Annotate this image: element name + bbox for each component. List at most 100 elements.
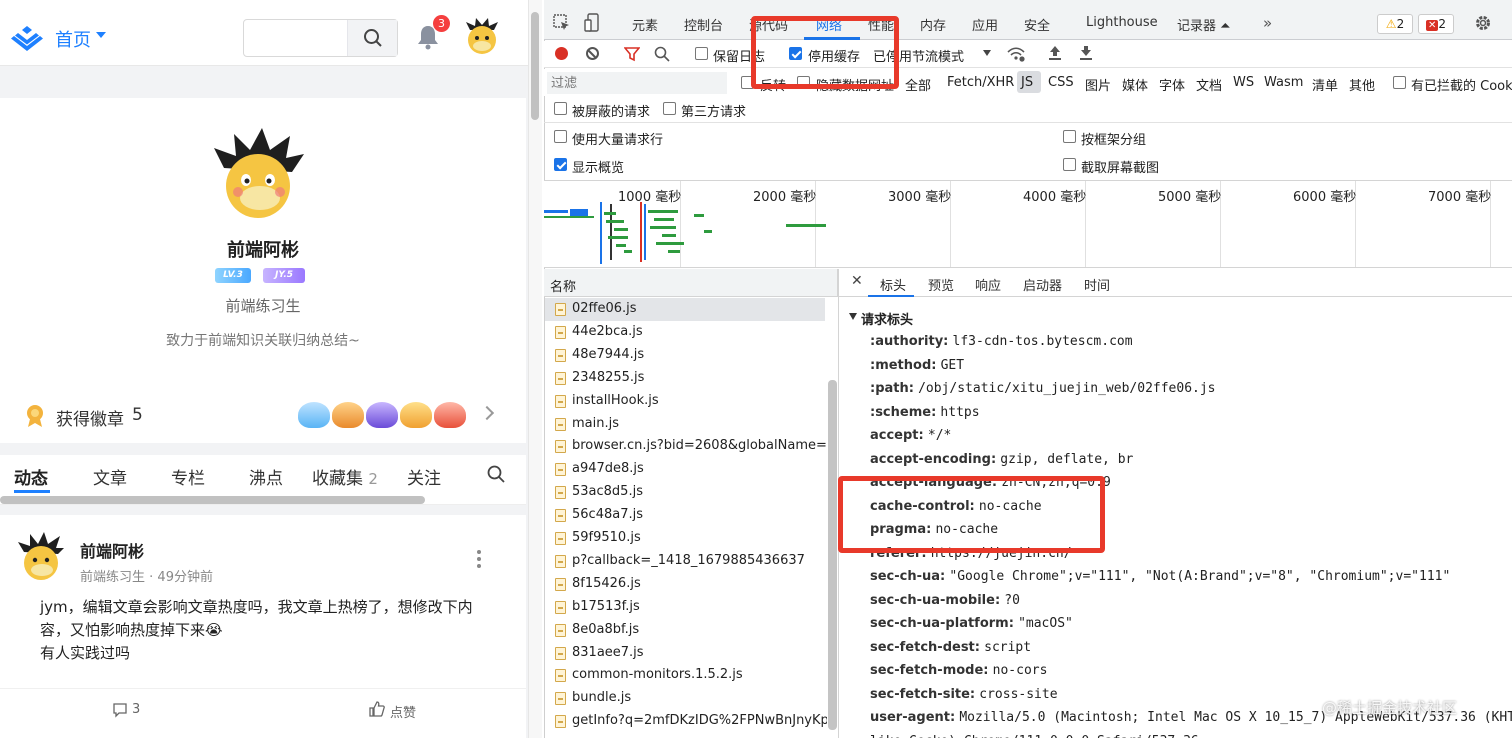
filter-type-all[interactable]: 全部: [905, 75, 931, 94]
request-row[interactable]: bundle.js: [545, 687, 825, 710]
medal-badge-icon[interactable]: [366, 402, 398, 428]
filter-icon[interactable]: [624, 46, 640, 62]
request-row[interactable]: getInfo?q=2mfDKzIDG%2FPNwBnJnyKpD: [545, 710, 827, 733]
request-row[interactable]: browser.cn.js?bid=2608&globalName=Slar..…: [545, 435, 827, 458]
details-tab-response[interactable]: 响应: [975, 275, 1001, 294]
medals-label[interactable]: 获得徽章: [56, 405, 124, 430]
filter-type-other[interactable]: 其他: [1349, 75, 1375, 94]
devtools-tab-application[interactable]: 应用: [972, 15, 998, 34]
more-tabs-chevron-icon[interactable]: »: [1263, 14, 1272, 32]
request-row[interactable]: 02ffe06.js: [545, 298, 825, 321]
errors-badge[interactable]: ✕ 2: [1418, 14, 1454, 34]
request-headers-section-title[interactable]: 请求标头: [861, 309, 913, 328]
export-har-icon[interactable]: [1079, 45, 1093, 61]
chevron-down-icon[interactable]: [96, 32, 106, 38]
large-rows-checkbox[interactable]: [554, 130, 567, 143]
details-tab-timing[interactable]: 时间: [1084, 275, 1110, 294]
filter-type-wasm[interactable]: Wasm: [1264, 75, 1303, 90]
request-row[interactable]: 59f9510.js: [545, 527, 825, 550]
request-row[interactable]: p?callback=_1418_1679885436637: [545, 550, 825, 573]
group-by-frame-checkbox[interactable]: [1063, 130, 1076, 143]
filter-type-ws[interactable]: WS: [1233, 75, 1254, 90]
request-row[interactable]: a947de8.js: [545, 458, 825, 481]
show-overview-checkbox[interactable]: [554, 158, 567, 171]
chevron-down-icon[interactable]: [983, 50, 991, 56]
filter-type-img[interactable]: 图片: [1085, 75, 1111, 94]
request-row[interactable]: main.js: [545, 413, 825, 436]
network-filter-input[interactable]: [547, 72, 727, 94]
user-avatar[interactable]: [462, 16, 502, 56]
search-icon[interactable]: [487, 465, 505, 483]
record-icon[interactable]: [555, 47, 568, 60]
site-search-button[interactable]: [347, 20, 397, 56]
medal-badge-icon[interactable]: [434, 402, 466, 428]
request-list-scrollbar[interactable]: [828, 380, 837, 730]
level-badge[interactable]: LV.3: [215, 268, 251, 283]
devtools-tab-security[interactable]: 安全: [1024, 15, 1050, 34]
request-row[interactable]: 8e0a8bf.js: [545, 619, 825, 642]
inspect-element-icon[interactable]: [553, 14, 571, 32]
devtools-tab-lighthouse[interactable]: Lighthouse: [1086, 15, 1158, 30]
request-row[interactable]: b17513f.js: [545, 596, 825, 619]
blocked-cookies-checkbox[interactable]: [1393, 76, 1406, 89]
close-icon[interactable]: ✕: [851, 273, 863, 289]
tab-articles[interactable]: 文章: [93, 464, 127, 489]
network-conditions-icon[interactable]: [1006, 45, 1026, 63]
medal-badge-icon[interactable]: [298, 402, 330, 428]
device-toolbar-icon[interactable]: [584, 13, 600, 33]
preserve-log-checkbox[interactable]: [695, 47, 708, 60]
expand-triangle-icon[interactable]: [849, 313, 857, 320]
name-column-header[interactable]: 名称: [550, 276, 576, 295]
capture-screenshots-checkbox[interactable]: [1063, 158, 1076, 171]
clear-icon[interactable]: [586, 47, 599, 60]
search-icon[interactable]: [654, 46, 670, 62]
request-row[interactable]: 44e2bca.js: [545, 321, 825, 344]
request-row[interactable]: 2348255.js: [545, 367, 825, 390]
post-author-name[interactable]: 前端阿彬: [80, 538, 144, 562]
comment-count[interactable]: 3: [132, 702, 140, 717]
vertical-scrollbar-thumb[interactable]: [531, 12, 539, 120]
request-row[interactable]: installHook.js: [545, 390, 825, 413]
tab-collections[interactable]: 收藏集 2: [312, 464, 378, 489]
post-author-avatar[interactable]: [16, 532, 66, 582]
thumbs-up-icon[interactable]: [368, 700, 386, 718]
request-row[interactable]: 48e7944.js: [545, 344, 825, 367]
filter-type-doc[interactable]: 文档: [1196, 75, 1222, 94]
more-options-icon[interactable]: [475, 548, 483, 570]
filter-type-media[interactable]: 媒体: [1122, 75, 1148, 94]
third-party-checkbox[interactable]: [663, 102, 676, 115]
blocked-requests-checkbox[interactable]: [554, 102, 567, 115]
details-tab-preview[interactable]: 预览: [928, 275, 954, 294]
details-tab-headers[interactable]: 标头: [880, 275, 906, 294]
jy-badge[interactable]: JY.5: [263, 268, 305, 283]
request-list-header[interactable]: [544, 269, 838, 297]
filter-type-js[interactable]: JS: [1021, 75, 1033, 90]
request-row[interactable]: 831aee7.js: [545, 642, 825, 665]
details-tab-initiator[interactable]: 启动器: [1023, 275, 1062, 294]
import-har-icon[interactable]: [1048, 45, 1062, 61]
gear-icon[interactable]: [1474, 14, 1492, 32]
request-row[interactable]: 56c48a7.js: [545, 504, 825, 527]
request-row[interactable]: common-monitors.1.5.2.js: [545, 664, 825, 687]
tab-pins[interactable]: 沸点: [249, 464, 283, 489]
filter-type-manifest[interactable]: 清单: [1312, 75, 1338, 94]
devtools-tab-recorder[interactable]: 记录器 ⏶: [1177, 15, 1231, 34]
devtools-tab-memory[interactable]: 内存: [920, 15, 946, 34]
filter-type-fetch-xhr[interactable]: Fetch/XHR: [947, 75, 1014, 90]
request-row[interactable]: 8f15426.js: [545, 573, 825, 596]
comment-icon[interactable]: [112, 702, 128, 718]
devtools-tab-console[interactable]: 控制台: [684, 15, 723, 34]
warnings-badge[interactable]: ⚠2: [1377, 14, 1413, 34]
tab-columns[interactable]: 专栏: [171, 464, 205, 489]
tab-following[interactable]: 关注: [407, 464, 441, 489]
filter-type-css[interactable]: CSS: [1048, 75, 1074, 90]
medal-badge-icon[interactable]: [400, 402, 432, 428]
devtools-tab-elements[interactable]: 元素: [632, 15, 658, 34]
request-row[interactable]: 53ac8d5.js: [545, 481, 825, 504]
filter-type-font[interactable]: 字体: [1159, 75, 1185, 94]
tab-activity[interactable]: 动态: [14, 464, 48, 489]
home-nav-button[interactable]: 首页: [55, 26, 91, 52]
medal-badge-icon[interactable]: [332, 402, 364, 428]
juejin-logo-icon[interactable]: [10, 24, 44, 52]
like-button[interactable]: 点赞: [390, 702, 416, 721]
